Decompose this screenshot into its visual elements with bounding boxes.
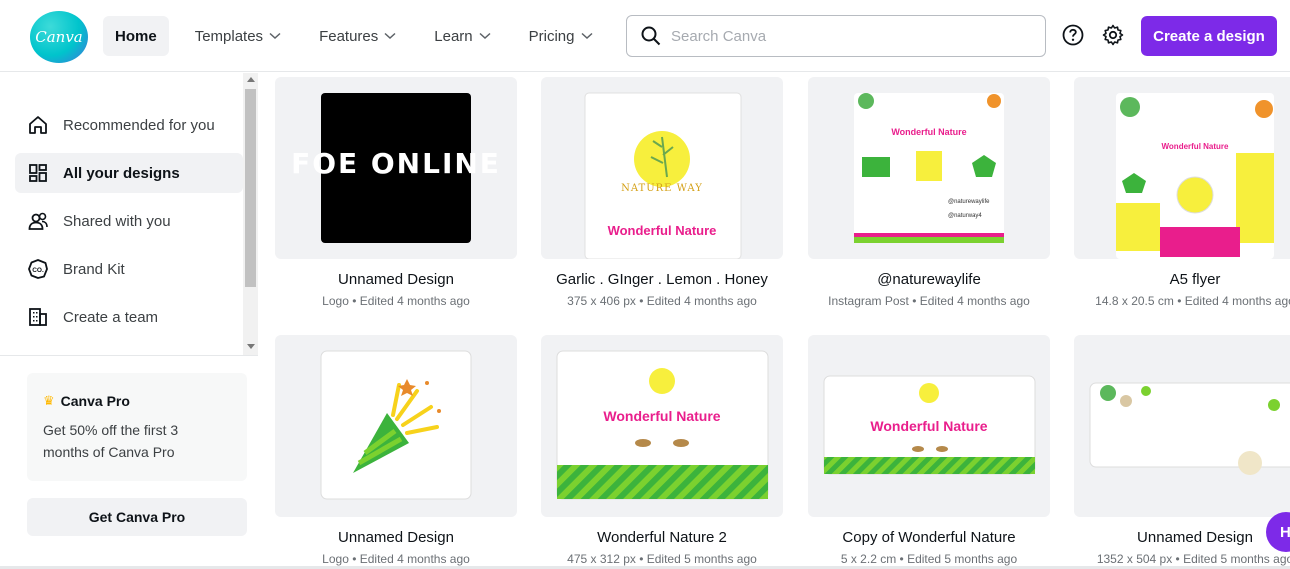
thumbnail-image: Wonderful Nature: [1116, 93, 1274, 259]
design-title[interactable]: Unnamed Design: [275, 271, 517, 288]
design-thumbnail[interactable]: Wonderful Nature: [541, 335, 783, 517]
scroll-thumb[interactable]: [245, 89, 256, 287]
sidebar-item-label: Recommended for you: [63, 116, 215, 134]
svg-text:Wonderful Nature: Wonderful Nature: [891, 127, 966, 137]
design-card[interactable]: NATURE WAY Wonderful Nature Garlic . GIn…: [541, 77, 783, 308]
design-thumbnail[interactable]: Wonderful Nature: [808, 335, 1050, 517]
design-thumbnail[interactable]: [1074, 335, 1290, 517]
designs-grid: FOE ONLINE Unnamed Design Logo • Edited …: [275, 77, 1290, 569]
sidebar-scrollbar[interactable]: [243, 73, 258, 355]
thumbnail-image: Wonderful Nature: [823, 375, 1036, 475]
nav-features[interactable]: Features: [307, 16, 408, 56]
design-meta: Logo • Edited 4 months ago: [322, 294, 470, 308]
design-card[interactable]: Unnamed Design 1352 x 504 px • Edited 5 …: [1074, 335, 1290, 566]
main-nav: Home Templates Features Learn Pricing: [103, 16, 619, 56]
sidebar-item-label: Brand Kit: [63, 260, 125, 278]
svg-text:@naturway4: @naturway4: [948, 213, 982, 219]
chevron-down-icon: [479, 32, 491, 40]
top-bar: Canva Home Templates Features Learn Pric…: [0, 0, 1290, 72]
create-design-button[interactable]: Create a design: [1141, 16, 1277, 56]
chevron-down-icon: [384, 32, 396, 40]
design-meta: 375 x 406 px • Edited 4 months ago: [567, 294, 757, 308]
search-box[interactable]: [626, 15, 1046, 57]
svg-text:CO.: CO.: [32, 267, 44, 274]
thumbnail-image: Wonderful Nature @naturewaylife @naturwa…: [854, 93, 1004, 243]
design-title[interactable]: A5 flyer: [1074, 271, 1290, 288]
pro-card-title: Canva Pro: [60, 393, 130, 409]
sidebar-item-label: All your designs: [63, 164, 180, 182]
home-icon: [29, 116, 47, 134]
design-card[interactable]: Wonderful Nature A5 flyer 14.8 x 20.5 cm…: [1074, 77, 1290, 308]
svg-text:Wonderful Nature: Wonderful Nature: [1162, 142, 1230, 151]
design-meta: 475 x 312 px • Edited 5 months ago: [567, 552, 757, 566]
sidebar-item-label: Create a team: [63, 308, 159, 326]
chevron-down-icon: [269, 32, 281, 40]
design-meta: Logo • Edited 4 months ago: [322, 552, 470, 566]
design-title[interactable]: Unnamed Design: [1074, 529, 1290, 546]
people-icon: [28, 212, 48, 230]
search-input[interactable]: [671, 27, 1011, 45]
canva-logo[interactable]: Canva: [30, 11, 88, 63]
gear-icon[interactable]: [1102, 24, 1124, 46]
sidebar-item-shared[interactable]: Shared with you: [15, 201, 243, 241]
design-thumbnail[interactable]: Wonderful Nature @naturewaylife @naturwa…: [808, 77, 1050, 259]
crown-icon: ♛: [43, 393, 55, 408]
scroll-down-arrow[interactable]: [247, 344, 255, 349]
thumbnail-image: NATURE WAY Wonderful Nature: [584, 92, 742, 259]
design-thumbnail[interactable]: Wonderful Nature: [1074, 77, 1290, 259]
svg-text:@naturewaylife: @naturewaylife: [948, 199, 990, 205]
design-card[interactable]: Wonderful Nature Wonderful Nature 2 475 …: [541, 335, 783, 566]
nav-templates[interactable]: Templates: [183, 16, 293, 56]
sidebar-item-brand-kit[interactable]: CO. Brand Kit: [15, 249, 243, 289]
scroll-up-arrow[interactable]: [247, 77, 255, 82]
sidebar-item-label: Shared with you: [63, 212, 171, 230]
design-thumbnail[interactable]: NATURE WAY Wonderful Nature: [541, 77, 783, 259]
nav-pricing[interactable]: Pricing: [517, 16, 605, 56]
design-card[interactable]: Wonderful Nature Copy of Wonderful Natur…: [808, 335, 1050, 566]
design-card[interactable]: Wonderful Nature @naturewaylife @naturwa…: [808, 77, 1050, 308]
design-meta: 14.8 x 20.5 cm • Edited 4 months ago: [1095, 294, 1290, 308]
sidebar-item-create-team[interactable]: Create a team: [15, 297, 243, 337]
design-title[interactable]: Copy of Wonderful Nature: [808, 529, 1050, 546]
thumbnail-image: [320, 350, 472, 500]
sidebar-divider: [0, 355, 258, 356]
svg-text:FOE ONLINE: FOE ONLINE: [291, 147, 501, 180]
sidebar: Recommended for you All your designs Sha…: [0, 73, 258, 569]
svg-text:Wonderful Nature: Wonderful Nature: [608, 223, 717, 238]
search-icon: [641, 26, 661, 46]
thumbnail-image: [1089, 382, 1290, 475]
canva-pro-card: ♛ Canva Pro Get 50% off the first 3 mont…: [27, 373, 247, 481]
get-canva-pro-button[interactable]: Get Canva Pro: [27, 498, 247, 536]
design-title[interactable]: Wonderful Nature 2: [541, 529, 783, 546]
brand-kit-icon: CO.: [28, 259, 48, 279]
sidebar-nav: Recommended for you All your designs Sha…: [15, 105, 243, 345]
nav-learn[interactable]: Learn: [422, 16, 502, 56]
design-title[interactable]: @naturewaylife: [808, 271, 1050, 288]
nav-home[interactable]: Home: [103, 16, 169, 56]
design-thumbnail[interactable]: [275, 335, 517, 517]
svg-text:NATURE WAY: NATURE WAY: [621, 183, 703, 194]
thumbnail-image: FOE ONLINE: [291, 93, 501, 243]
building-icon: [29, 308, 47, 326]
sidebar-item-recommended[interactable]: Recommended for you: [15, 105, 243, 145]
design-card[interactable]: FOE ONLINE Unnamed Design Logo • Edited …: [275, 77, 517, 308]
svg-text:Wonderful Nature: Wonderful Nature: [870, 418, 987, 434]
design-meta: 5 x 2.2 cm • Edited 5 months ago: [840, 552, 1018, 566]
svg-text:Wonderful Nature: Wonderful Nature: [603, 408, 720, 424]
design-meta: Instagram Post • Edited 4 months ago: [828, 294, 1030, 308]
design-title[interactable]: Unnamed Design: [275, 529, 517, 546]
thumbnail-image: Wonderful Nature: [556, 350, 769, 500]
chevron-down-icon: [580, 32, 593, 40]
design-meta: 1352 x 504 px • Edited 5 months ago: [1096, 552, 1290, 566]
sidebar-item-all-designs[interactable]: All your designs: [15, 153, 243, 193]
design-title[interactable]: Garlic . GInger . Lemon . Honey: [541, 271, 783, 288]
design-card[interactable]: Unnamed Design Logo • Edited 4 months ag…: [275, 335, 517, 566]
design-thumbnail[interactable]: FOE ONLINE: [275, 77, 517, 259]
pro-card-description: Get 50% off the first 3 months of Canva …: [43, 422, 179, 460]
help-icon[interactable]: [1062, 24, 1084, 46]
grid-icon: [29, 164, 47, 182]
